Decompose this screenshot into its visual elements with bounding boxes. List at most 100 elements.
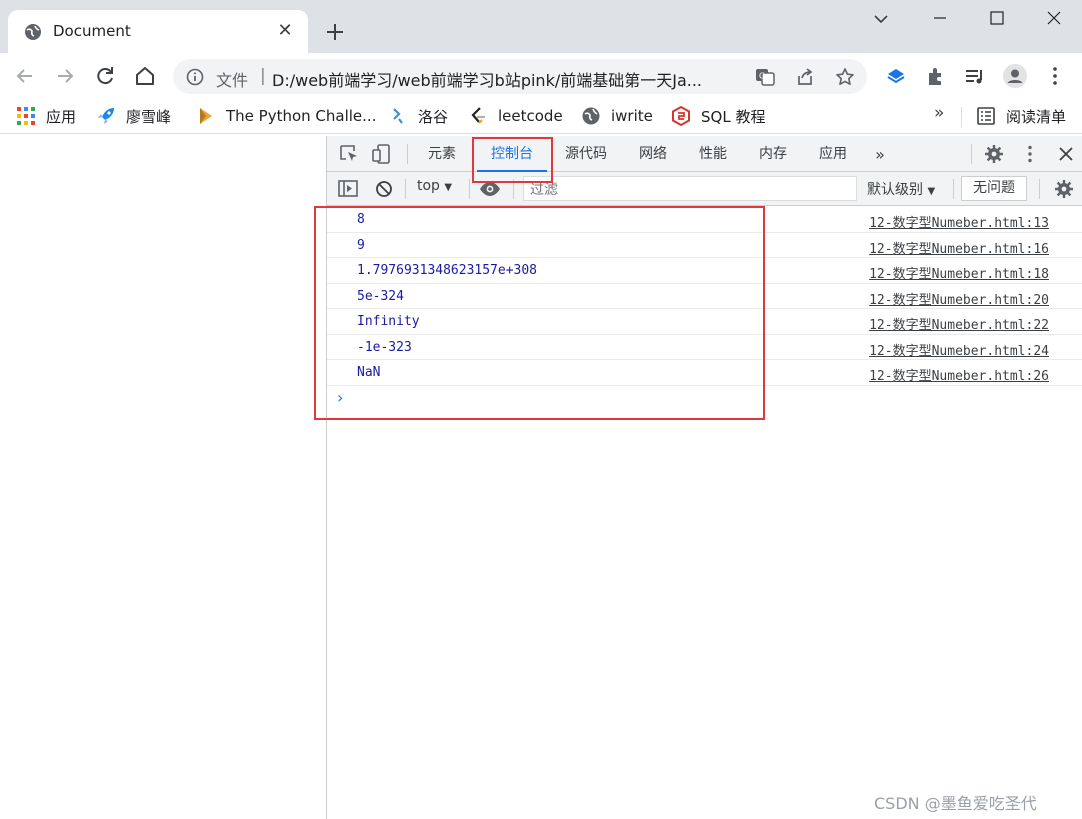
browser-tab[interactable]: Document ✕ bbox=[8, 10, 308, 53]
close-tab-icon[interactable]: ✕ bbox=[274, 20, 296, 42]
bookmark-python-challenge[interactable]: The Python Challe... bbox=[196, 105, 376, 127]
live-expression-eye-icon[interactable] bbox=[479, 179, 501, 199]
bookmark-star-icon[interactable] bbox=[835, 67, 855, 87]
address-url[interactable]: D:/web前端学习/web前端学习b站pink/前端基础第一天Ja... bbox=[272, 67, 742, 91]
tab-sources[interactable]: 源代码 bbox=[555, 136, 617, 172]
console-row: -1e-323 12-数字型Numeber.html:24 bbox=[327, 335, 1082, 360]
bookmark-leetcode[interactable]: leetcode bbox=[468, 105, 563, 127]
rocket-icon bbox=[96, 106, 116, 126]
console-value: Infinity bbox=[357, 314, 420, 329]
chevron-down-icon: ▼ bbox=[444, 182, 453, 193]
tab-title: Document bbox=[53, 22, 131, 40]
clear-console-icon[interactable] bbox=[373, 179, 395, 199]
sql-icon bbox=[671, 106, 691, 126]
page-viewport bbox=[0, 136, 326, 819]
filter-input[interactable] bbox=[523, 176, 857, 201]
translate-icon[interactable]: G bbox=[755, 67, 775, 87]
settings-gear-icon[interactable] bbox=[983, 144, 1005, 164]
bookmark-luogu[interactable]: 洛谷 bbox=[388, 105, 448, 127]
bookmark-label: leetcode bbox=[498, 107, 563, 125]
reload-icon[interactable] bbox=[92, 63, 118, 89]
reading-list-button[interactable]: 阅读清单 bbox=[976, 105, 1066, 127]
console-value: 5e-324 bbox=[357, 288, 404, 304]
source-link[interactable]: 12-数字型Numeber.html:18 bbox=[869, 263, 1049, 282]
close-window-icon[interactable] bbox=[1025, 0, 1082, 38]
browser-toolbar: 文件 | D:/web前端学习/web前端学习b站pink/前端基础第一天Ja.… bbox=[0, 53, 1082, 99]
apps-grid-icon bbox=[16, 106, 36, 126]
device-toolbar-icon[interactable] bbox=[371, 144, 393, 164]
devtools-panel: 元素 控制台 源代码 网络 性能 内存 应用 » top ▼ 过滤 默认级别 ▼… bbox=[326, 136, 1082, 819]
address-scheme: 文件 bbox=[216, 71, 249, 90]
luogu-icon bbox=[388, 106, 408, 126]
console-row: NaN 12-数字型Numeber.html:26 bbox=[327, 360, 1082, 386]
bookmark-liaoxuefeng[interactable]: 廖雪峰 bbox=[96, 105, 171, 127]
devtools-menu-icon[interactable] bbox=[1019, 144, 1041, 164]
globe-icon bbox=[24, 23, 42, 41]
log-level-selector[interactable]: 默认级别 ▼ bbox=[867, 179, 935, 199]
forward-icon[interactable] bbox=[52, 63, 78, 89]
source-link[interactable]: 12-数字型Numeber.html:20 bbox=[869, 289, 1049, 308]
source-link[interactable]: 12-数字型Numeber.html:26 bbox=[869, 365, 1049, 384]
console-row: 1.7976931348623157e+308 12-数字型Numeber.ht… bbox=[327, 258, 1082, 284]
address-bar[interactable]: 文件 | D:/web前端学习/web前端学习b站pink/前端基础第一天Ja.… bbox=[173, 59, 867, 94]
console-prompt[interactable]: › bbox=[327, 386, 1082, 410]
tab-application[interactable]: 应用 bbox=[807, 136, 859, 172]
browser-menu-icon[interactable] bbox=[1043, 64, 1067, 88]
python-challenge-icon bbox=[196, 106, 216, 126]
more-tabs-icon[interactable]: » bbox=[867, 136, 893, 172]
prompt-chevron-icon: › bbox=[337, 387, 344, 407]
media-queue-icon[interactable] bbox=[963, 64, 987, 88]
bookmarks-bar: 应用 廖雪峰 The Python Challe... 洛谷 leetcode … bbox=[0, 99, 1082, 134]
svg-text:G: G bbox=[759, 72, 765, 81]
toolbar-divider bbox=[469, 179, 470, 199]
source-link[interactable]: 12-数字型Numeber.html:13 bbox=[869, 212, 1049, 231]
bookmark-label: The Python Challe... bbox=[226, 107, 377, 125]
console-output: 8 12-数字型Numeber.html:13 9 12-数字型Numeber.… bbox=[327, 207, 1082, 410]
bookmark-iwrite[interactable]: iwrite bbox=[581, 105, 653, 127]
source-link[interactable]: 12-数字型Numeber.html:24 bbox=[869, 340, 1049, 359]
close-devtools-icon[interactable] bbox=[1055, 144, 1077, 164]
console-value: 1.7976931348623157e+308 bbox=[357, 263, 538, 278]
share-icon[interactable] bbox=[795, 67, 815, 87]
inspect-element-icon[interactable] bbox=[339, 144, 361, 164]
toolbar-divider bbox=[407, 144, 408, 164]
source-link[interactable]: 12-数字型Numeber.html:16 bbox=[869, 238, 1049, 257]
console-value: -1e-323 bbox=[357, 339, 412, 355]
extension-layers-icon[interactable] bbox=[884, 64, 908, 88]
console-row: Infinity 12-数字型Numeber.html:22 bbox=[327, 309, 1082, 335]
reading-list-label: 阅读清单 bbox=[1006, 107, 1067, 126]
tab-memory[interactable]: 内存 bbox=[747, 136, 799, 172]
maximize-icon[interactable] bbox=[968, 0, 1026, 38]
bookmarks-overflow-icon[interactable]: » bbox=[934, 103, 944, 123]
bookmark-sql-tutorial[interactable]: SQL 教程 bbox=[671, 105, 765, 127]
profile-avatar-icon[interactable] bbox=[1003, 64, 1027, 88]
home-icon[interactable] bbox=[132, 63, 158, 89]
log-level-label: 默认级别 bbox=[867, 182, 923, 198]
sidebar-toggle-icon[interactable] bbox=[337, 179, 359, 199]
tab-performance[interactable]: 性能 bbox=[687, 136, 739, 172]
toolbar-divider bbox=[1039, 179, 1040, 199]
tab-strip: Document ✕ bbox=[0, 0, 1082, 53]
tab-elements[interactable]: 元素 bbox=[417, 136, 467, 172]
minimize-icon[interactable] bbox=[911, 0, 969, 38]
bookmark-label: 应用 bbox=[46, 107, 77, 126]
reading-list-icon bbox=[976, 106, 996, 126]
source-link[interactable]: 12-数字型Numeber.html:22 bbox=[869, 314, 1049, 333]
bookmark-label: SQL 教程 bbox=[701, 107, 766, 126]
tab-console[interactable]: 控制台 bbox=[477, 136, 547, 172]
issues-button[interactable]: 无问题 bbox=[961, 176, 1027, 201]
new-tab-icon[interactable] bbox=[322, 19, 348, 45]
bookmarks-divider bbox=[961, 107, 962, 127]
context-label: top bbox=[417, 178, 440, 194]
back-icon[interactable] bbox=[12, 63, 38, 89]
devtools-tabbar: 元素 控制台 源代码 网络 性能 内存 应用 » bbox=[327, 136, 1082, 172]
console-settings-gear-icon[interactable] bbox=[1053, 179, 1075, 199]
bookmark-apps[interactable]: 应用 bbox=[16, 105, 76, 127]
tab-search-icon[interactable] bbox=[866, 6, 896, 32]
extensions-puzzle-icon[interactable] bbox=[924, 64, 948, 88]
address-separator: | bbox=[260, 66, 266, 86]
context-selector[interactable]: top ▼ bbox=[417, 178, 452, 194]
tab-network[interactable]: 网络 bbox=[627, 136, 679, 172]
chevron-down-icon: ▼ bbox=[927, 186, 936, 197]
info-icon[interactable] bbox=[186, 68, 204, 86]
